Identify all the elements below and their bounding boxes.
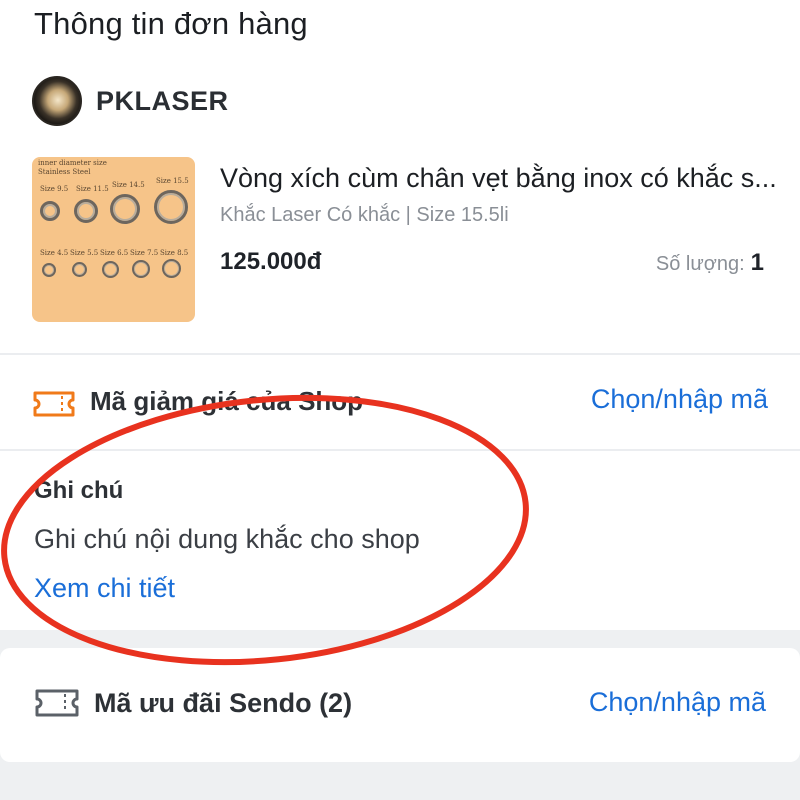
ring-image bbox=[110, 194, 140, 224]
ring-image bbox=[72, 262, 87, 277]
size-label: Size 6.5 bbox=[100, 249, 129, 257]
ticket-icon bbox=[35, 689, 79, 717]
sendo-coupon-label: Mã ưu đãi Sendo (2) bbox=[94, 688, 353, 718]
product-quantity: Số lượng: 1 bbox=[656, 249, 764, 277]
thumbnail-caption: inner diameter size bbox=[38, 159, 107, 167]
size-label: Size 9.5 bbox=[40, 185, 69, 193]
order-info-card: Thông tin đơn hàng PKLASER inner diamete… bbox=[0, 0, 800, 630]
product-variant: Khắc Laser Có khắc | Size 15.5li bbox=[220, 204, 509, 226]
product-name: Vòng xích cùm chân vẹt bằng inox có khắc… bbox=[220, 163, 777, 193]
ring-image bbox=[102, 261, 119, 278]
ring-image bbox=[74, 199, 98, 223]
quantity-value: 1 bbox=[750, 249, 764, 276]
shop-coupon-select-link[interactable]: Chọn/nhập mã bbox=[591, 384, 768, 415]
ring-image bbox=[42, 263, 56, 277]
thumbnail-caption: Stainless Steel bbox=[38, 168, 91, 176]
shop-name: PKLASER bbox=[96, 85, 229, 116]
size-label: Size 11.5 bbox=[76, 185, 109, 193]
product-item[interactable]: inner diameter size Stainless Steel Size… bbox=[32, 157, 792, 322]
shop-row[interactable]: PKLASER bbox=[32, 75, 229, 127]
ticket-icon bbox=[33, 391, 75, 417]
quantity-label: Số lượng: bbox=[655, 253, 745, 275]
note-detail-link[interactable]: Xem chi tiết bbox=[34, 573, 175, 604]
product-thumbnail: inner diameter size Stainless Steel Size… bbox=[32, 157, 195, 322]
ring-image bbox=[162, 259, 181, 278]
size-label: Size 14.5 bbox=[112, 181, 145, 189]
ring-image bbox=[154, 190, 188, 224]
size-label: Size 4.5 bbox=[40, 249, 69, 257]
shop-coupon-row[interactable]: Mã giảm giá của Shop Chọn/nhập mã bbox=[32, 382, 768, 424]
size-label: Size 5.5 bbox=[70, 249, 99, 257]
divider bbox=[0, 449, 800, 451]
size-label: Size 7.5 bbox=[130, 249, 159, 257]
divider bbox=[0, 353, 800, 355]
ring-image bbox=[132, 260, 150, 278]
checkout-screen: Thông tin đơn hàng PKLASER inner diamete… bbox=[0, 0, 800, 800]
shop-avatar bbox=[32, 76, 82, 126]
size-label: Size 15.5 bbox=[156, 177, 189, 185]
sendo-coupon-card[interactable]: Mã ưu đãi Sendo (2) Chọn/nhập mã bbox=[0, 648, 800, 762]
size-label: Size 8.5 bbox=[160, 249, 189, 257]
shop-coupon-label: Mã giảm giá của Shop bbox=[90, 386, 364, 416]
note-title: Ghi chú bbox=[34, 477, 124, 504]
note-text: Ghi chú nội dung khắc cho shop bbox=[34, 524, 420, 554]
sendo-coupon-select-link[interactable]: Chọn/nhập mã bbox=[589, 687, 766, 718]
product-price: 125.000đ bbox=[220, 248, 322, 275]
section-title: Thông tin đơn hàng bbox=[34, 6, 308, 41]
ring-image bbox=[40, 201, 60, 221]
